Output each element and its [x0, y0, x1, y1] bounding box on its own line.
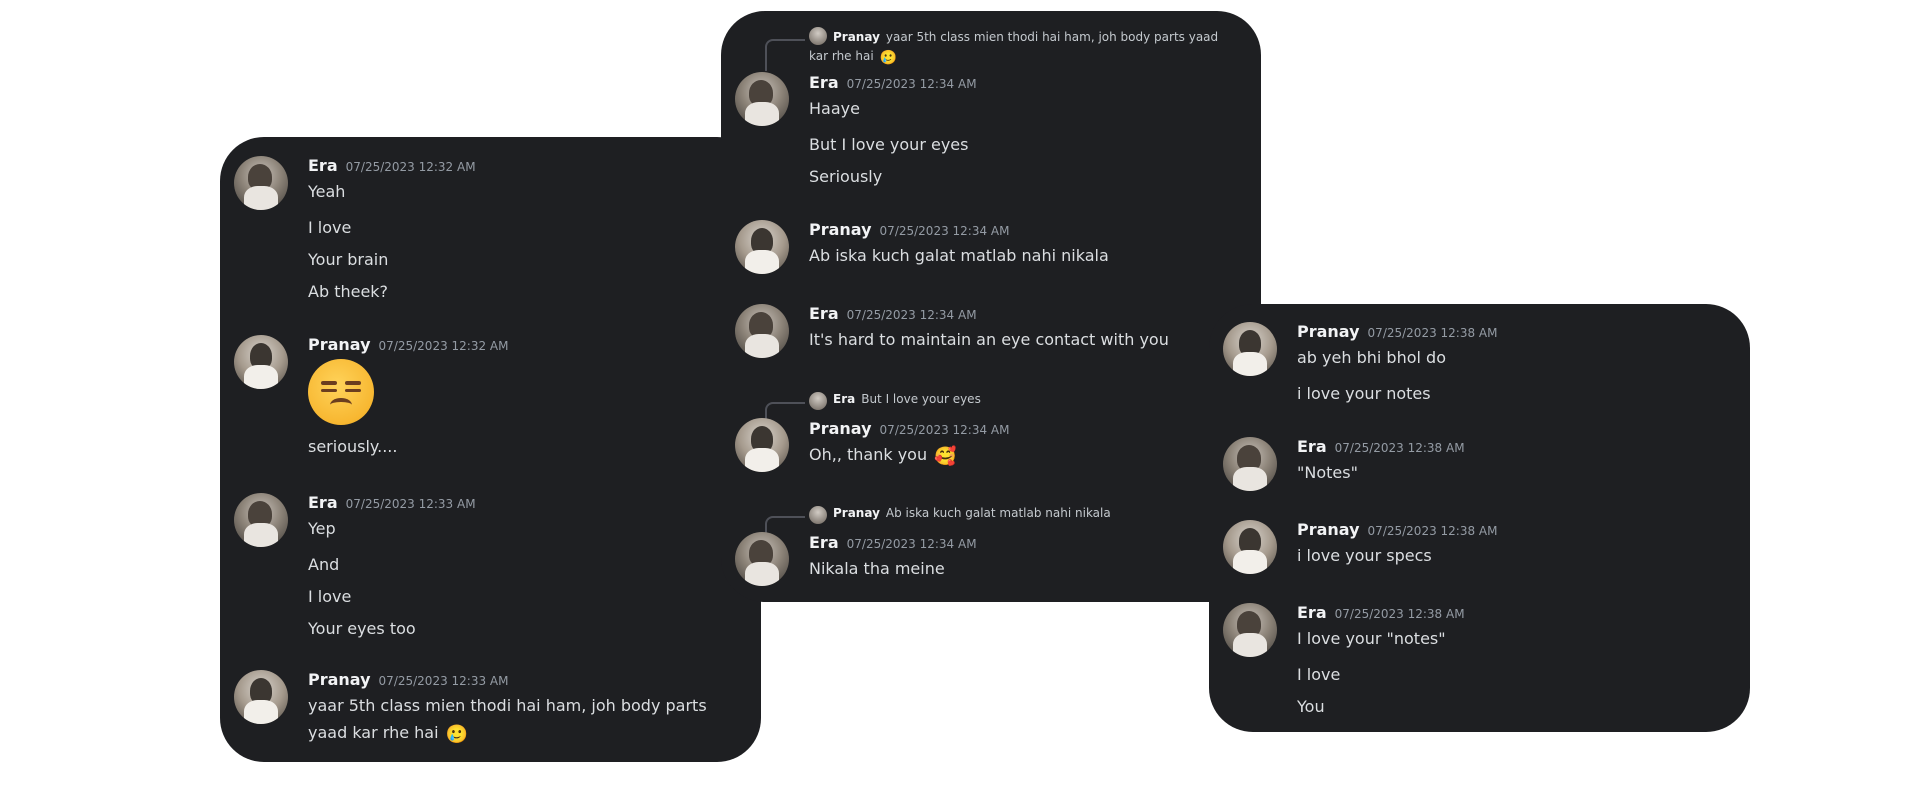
author-name[interactable]: Era: [308, 156, 338, 175]
timestamp: 07/25/2023 12:38 AM: [1367, 524, 1498, 538]
unamused-face-emoji-icon: [308, 359, 374, 425]
message-text: Your eyes too: [308, 619, 416, 638]
message-header: Pranay 07/25/2023 12:38 AM: [1297, 520, 1497, 539]
author-name[interactable]: Era: [1297, 603, 1327, 622]
timestamp: 07/25/2023 12:38 AM: [1334, 441, 1465, 455]
message-header: Era 07/25/2023 12:33 AM: [308, 493, 476, 512]
avatar[interactable]: [1223, 603, 1277, 657]
message-header: Pranay 07/25/2023 12:33 AM: [308, 670, 508, 689]
message-text: Nikala tha meine: [809, 559, 945, 578]
reply-preview[interactable]: Pranay Ab iska kuch galat matlab nahi nik…: [809, 506, 1111, 524]
timestamp: 07/25/2023 12:34 AM: [846, 308, 977, 322]
message-text: i love your specs: [1297, 546, 1432, 565]
timestamp: 07/25/2023 12:34 AM: [879, 224, 1010, 238]
message-text: ab yeh bhi bhol do: [1297, 348, 1446, 367]
smiling-tear-emoji-icon: 🥲: [879, 50, 897, 66]
reply-text: Ab iska kuch galat matlab nahi nikala: [885, 506, 1111, 520]
message-text: And: [308, 555, 340, 574]
message-text: I love: [308, 218, 352, 237]
author-name[interactable]: Era: [809, 533, 839, 552]
avatar[interactable]: [1223, 437, 1277, 491]
message-text: I love: [1297, 665, 1341, 684]
author-name[interactable]: Pranay: [308, 670, 371, 689]
author-name[interactable]: Pranay: [1297, 322, 1360, 341]
chat-panel-right: Pranay 07/25/2023 12:38 AM ab yeh bhi bho…: [1209, 304, 1750, 732]
avatar[interactable]: [234, 670, 288, 724]
reply-author: Pranay: [833, 30, 880, 44]
message-text: yaar 5th class mien thodi hai ham, joh b…: [308, 696, 707, 745]
message-text: Yep: [308, 519, 336, 538]
message-header: Era 07/25/2023 12:38 AM: [1297, 603, 1465, 622]
message-text: Ab theek?: [308, 282, 389, 301]
timestamp: 07/25/2023 12:32 AM: [345, 160, 476, 174]
timestamp: 07/25/2023 12:34 AM: [879, 423, 1010, 437]
message-text: Yeah: [308, 182, 346, 201]
message-text: You: [1297, 697, 1325, 716]
avatar[interactable]: [735, 304, 789, 358]
message-text: Ab iska kuch galat matlab nahi nikala: [809, 246, 1109, 265]
author-name[interactable]: Pranay: [809, 220, 872, 239]
chat-panel-left: Era 07/25/2023 12:32 AM Yeah I love Your …: [220, 137, 761, 762]
message-header: Era 07/25/2023 12:38 AM: [1297, 437, 1465, 456]
reply-text: But I love your eyes: [861, 392, 981, 406]
timestamp: 07/25/2023 12:34 AM: [846, 537, 977, 551]
message-text: Seriously: [809, 167, 883, 186]
avatar[interactable]: [234, 156, 288, 210]
timestamp: 07/25/2023 12:38 AM: [1334, 607, 1465, 621]
author-name[interactable]: Pranay: [308, 335, 371, 354]
avatar[interactable]: [1223, 520, 1277, 574]
author-name[interactable]: Pranay: [809, 419, 872, 438]
timestamp: 07/25/2023 12:33 AM: [345, 497, 476, 511]
timestamp: 07/25/2023 12:38 AM: [1367, 326, 1498, 340]
message-text: "Notes": [1297, 463, 1358, 482]
message-text: seriously....: [308, 437, 398, 456]
smiling-hearts-emoji-icon: 🥰: [934, 446, 957, 467]
message-text: But I love your eyes: [809, 135, 969, 154]
reply-connector: [765, 39, 805, 71]
reply-preview[interactable]: Pranay yaar 5th class mien thodi hai ham,…: [809, 27, 1239, 68]
message-header: Pranay 07/25/2023 12:32 AM: [308, 335, 508, 354]
timestamp: 07/25/2023 12:32 AM: [378, 339, 509, 353]
avatar: [809, 506, 827, 524]
message-text: Oh,, thank you 🥰: [809, 445, 957, 467]
message-text: I love your "notes": [1297, 629, 1446, 648]
avatar: [809, 392, 827, 410]
message-header: Era 07/25/2023 12:34 AM: [809, 73, 977, 92]
message-header: Pranay 07/25/2023 12:38 AM: [1297, 322, 1497, 341]
message-text: Haaye: [809, 99, 860, 118]
message-header: Era 07/25/2023 12:34 AM: [809, 304, 977, 323]
avatar[interactable]: [1223, 322, 1277, 376]
author-name[interactable]: Era: [308, 493, 338, 512]
avatar[interactable]: [735, 532, 789, 586]
avatar[interactable]: [735, 220, 789, 274]
author-name[interactable]: Era: [1297, 437, 1327, 456]
message-text: I love: [308, 587, 352, 606]
timestamp: 07/25/2023 12:33 AM: [378, 674, 509, 688]
author-name[interactable]: Era: [809, 304, 839, 323]
message-header: Pranay 07/25/2023 12:34 AM: [809, 220, 1009, 239]
message-header: Pranay 07/25/2023 12:34 AM: [809, 419, 1009, 438]
message-text: i love your notes: [1297, 384, 1431, 403]
reply-author: Pranay: [833, 506, 880, 520]
avatar[interactable]: [735, 418, 789, 472]
message-header: Era 07/25/2023 12:34 AM: [809, 533, 977, 552]
timestamp: 07/25/2023 12:34 AM: [846, 77, 977, 91]
message-header: Era 07/25/2023 12:32 AM: [308, 156, 476, 175]
message-text: It's hard to maintain an eye contact wit…: [809, 330, 1169, 349]
author-name[interactable]: Pranay: [1297, 520, 1360, 539]
reply-preview[interactable]: Era But I love your eyes: [809, 392, 981, 410]
avatar[interactable]: [735, 72, 789, 126]
message-text: Your brain: [308, 250, 389, 269]
smiling-tear-emoji-icon: 🥲: [445, 724, 469, 745]
avatar[interactable]: [234, 335, 288, 389]
chat-panel-middle: Pranay yaar 5th class mien thodi hai ham,…: [721, 11, 1261, 602]
avatar: [809, 27, 827, 45]
author-name[interactable]: Era: [809, 73, 839, 92]
avatar[interactable]: [234, 493, 288, 547]
reply-author: Era: [833, 392, 856, 406]
